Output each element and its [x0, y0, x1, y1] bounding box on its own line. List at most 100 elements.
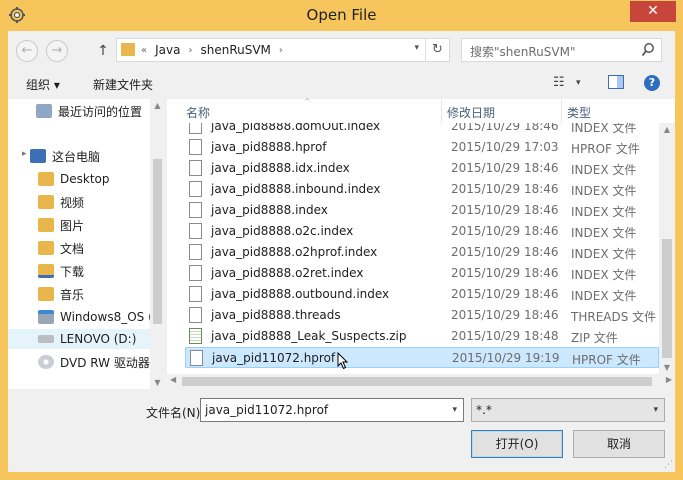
download-folder-icon [38, 264, 54, 278]
nav-item-videos[interactable]: 视频 [38, 192, 84, 212]
file-row[interactable]: java_pid8888.index 2015/10/29 18:46 INDE… [185, 200, 659, 221]
search-icon[interactable] [641, 42, 655, 58]
file-date: 2015/10/29 18:46 [451, 266, 559, 280]
file-type: ZIP 文件 [571, 331, 618, 345]
nav-item-windows8-os[interactable]: Windows8_OS ( [38, 307, 153, 327]
refresh-button[interactable]: ↻ [425, 39, 449, 61]
column-header-name[interactable]: 名称 [186, 104, 210, 121]
up-button[interactable]: ↑ [96, 40, 110, 62]
breadcrumb-java[interactable]: Java [155, 43, 180, 57]
nav-item-label: 视频 [60, 195, 85, 210]
nav-item-music[interactable]: 音乐 [38, 284, 84, 304]
chevron-down-icon[interactable]: ▾ [653, 405, 658, 415]
nav-item-dvd-rw[interactable]: DVD RW 驱动器 [38, 352, 150, 372]
file-row[interactable]: java_pid8888.hprof 2015/10/29 17:03 HPRO… [185, 137, 659, 158]
column-header-type[interactable]: 类型 [567, 104, 591, 121]
breadcrumb: « Java › shenRuSVM › [141, 43, 283, 57]
window-title: Open File [306, 6, 377, 24]
scroll-up-arrow-icon[interactable]: ▲ [659, 125, 675, 134]
file-icon [189, 202, 202, 218]
scrollbar-thumb[interactable] [182, 377, 652, 386]
filename-field[interactable]: java_pid11072.hprof ▾ [200, 398, 464, 422]
file-row[interactable]: java_pid8888.inbound.index 2015/10/29 18… [185, 179, 659, 200]
breadcrumb-separator-icon[interactable]: › [279, 45, 283, 56]
file-list-vertical-scrollbar[interactable]: ▲ ▼ [659, 123, 675, 374]
file-name: java_pid8888.domOut.index [211, 123, 381, 133]
drive-icon [38, 335, 54, 343]
file-type-filter[interactable]: *.* ▾ [471, 398, 665, 422]
nav-item-recent[interactable]: 最近访问的位置 [36, 101, 142, 121]
scroll-up-arrow-icon[interactable]: ▲ [150, 101, 165, 110]
nav-item-label: 音乐 [60, 287, 85, 302]
column-header-date[interactable]: 修改日期 [447, 104, 495, 121]
address-dropdown-icon[interactable]: ▾ [414, 43, 419, 53]
scroll-down-arrow-icon[interactable]: ▼ [659, 363, 675, 372]
file-row[interactable]: java_pid8888.o2ret.index 2015/10/29 18:4… [185, 263, 659, 284]
file-row[interactable]: java_pid8888.o2c.index 2015/10/29 18:46 … [185, 221, 659, 242]
file-name: java_pid8888.inbound.index [211, 182, 381, 196]
help-icon[interactable]: ? [644, 75, 660, 91]
column-divider[interactable] [561, 99, 562, 123]
nav-item-label: Desktop [60, 172, 110, 186]
file-row[interactable]: java_pid8888.outbound.index 2015/10/29 1… [185, 284, 659, 305]
nav-item-this-pc[interactable]: 这台电脑 [30, 146, 100, 166]
file-list-pane: ^ 名称 修改日期 类型 java_pid8888.domOut.index 2… [167, 97, 675, 389]
nav-item-desktop[interactable]: Desktop [38, 169, 110, 189]
nav-item-lenovo-d[interactable]: LENOVO (D:) [8, 329, 150, 349]
file-name: java_pid8888.outbound.index [211, 287, 390, 301]
expand-chevron-icon[interactable]: ▸ [22, 149, 27, 159]
chevron-down-icon[interactable]: ▾ [452, 405, 457, 415]
scrollbar-thumb[interactable] [153, 159, 162, 324]
forward-button[interactable]: → [46, 40, 68, 62]
command-toolbar: 组织 ▾ 新建文件夹 ☷ ▾ ? [8, 69, 675, 97]
nav-item-downloads[interactable]: 下载 [38, 261, 84, 281]
scrollbar-thumb[interactable] [662, 239, 672, 358]
file-row[interactable]: java_pid8888.o2hprof.index 2015/10/29 18… [185, 242, 659, 263]
open-button[interactable]: 打开(O) [471, 430, 563, 458]
file-type: INDEX 文件 [571, 226, 637, 240]
address-bar[interactable]: « Java › shenRuSVM › ▾ ↻ [116, 38, 450, 62]
navigation-scrollbar[interactable]: ▲ ▼ [150, 99, 165, 389]
file-row[interactable]: java_pid8888_Leak_Suspects.zip 2015/10/2… [185, 326, 659, 347]
resize-grip-icon[interactable]: ⋰ [664, 460, 673, 470]
file-row[interactable]: java_pid8888.domOut.index 2015/10/29 18:… [185, 123, 659, 137]
nav-item-documents[interactable]: 文档 [38, 238, 84, 258]
nav-item-pictures[interactable]: 图片 [38, 215, 84, 235]
nav-item-label: 最近访问的位置 [58, 104, 143, 119]
scroll-right-arrow-icon[interactable]: ▶ [666, 375, 672, 384]
folder-icon [38, 195, 54, 209]
scroll-down-arrow-icon[interactable]: ▼ [150, 378, 165, 387]
file-row-selected[interactable]: java_pid11072.hprof 2015/10/29 19:19 HPR… [185, 347, 659, 370]
file-name: java_pid8888_Leak_Suspects.zip [211, 329, 407, 343]
file-row[interactable]: java_pid8888.idx.index 2015/10/29 18:46 … [185, 158, 659, 179]
new-folder-button[interactable]: 新建文件夹 [93, 76, 153, 93]
computer-icon [30, 149, 46, 163]
file-name: java_pid8888.index [211, 203, 328, 217]
folder-icon [38, 172, 54, 186]
preview-pane-icon[interactable] [608, 75, 624, 89]
file-icon [189, 307, 202, 323]
file-date: 2015/10/29 18:48 [451, 329, 559, 343]
nav-item-label: 下载 [60, 264, 85, 279]
file-type: INDEX 文件 [571, 205, 637, 219]
overflow-chevron[interactable]: « [141, 45, 147, 56]
breadcrumb-separator-icon[interactable]: › [188, 45, 192, 56]
view-dropdown-icon[interactable]: ▾ [576, 78, 581, 88]
file-list-horizontal-scrollbar[interactable]: ◀ ▶ [167, 374, 675, 389]
file-row[interactable]: java_pid8888.threads 2015/10/29 18:46 TH… [185, 305, 659, 326]
scroll-left-arrow-icon[interactable]: ◀ [170, 375, 176, 384]
navigation-pane: 最近访问的位置 ▸ 这台电脑 Desktop 视频 图片 文档 下载 音乐 Wi… [8, 99, 165, 389]
file-date: 2015/10/29 18:46 [451, 203, 559, 217]
organize-menu[interactable]: 组织 ▾ [26, 76, 60, 93]
view-icon[interactable]: ☷ [553, 75, 565, 90]
title-bar[interactable]: Open File ✕ [0, 0, 683, 31]
breadcrumb-shenrusvm[interactable]: shenRuSVM [200, 43, 270, 57]
file-name: java_pid8888.hprof [211, 140, 327, 154]
back-button[interactable]: ← [16, 40, 38, 62]
column-divider[interactable] [441, 99, 442, 123]
folder-icon [38, 218, 54, 232]
cancel-button[interactable]: 取消 [573, 430, 665, 458]
windows-drive-icon [38, 310, 54, 324]
close-button[interactable]: ✕ [630, 1, 676, 22]
search-input[interactable]: 搜索"shenRuSVM" [461, 38, 662, 62]
